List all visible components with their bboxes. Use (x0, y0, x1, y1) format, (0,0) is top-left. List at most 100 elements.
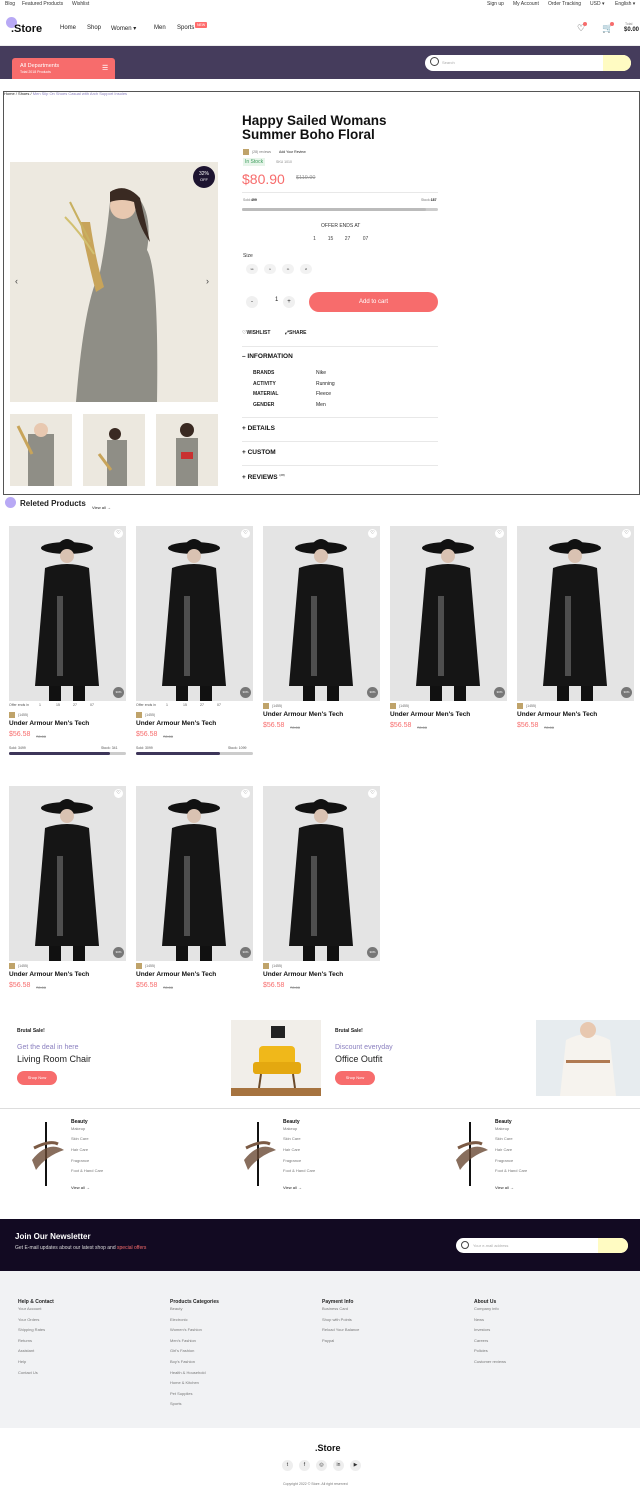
details-accordion[interactable]: + DETAILS (242, 425, 275, 432)
shop-now-button[interactable]: Shop Now (335, 1071, 375, 1085)
wishlist-heart-icon[interactable]: ♡ (622, 529, 631, 538)
footer-link[interactable]: Investors (474, 1327, 490, 1332)
product-card-image[interactable]: ♡ 30% (136, 526, 253, 701)
footer-link[interactable]: Customer reviews (474, 1359, 506, 1364)
footer-link[interactable]: Paypal (322, 1338, 334, 1343)
product-card-image[interactable]: ♡ 30% (263, 786, 380, 961)
footer-link[interactable]: Men's Fashion (170, 1338, 196, 1343)
footer-link[interactable]: Boy's Fashion (170, 1359, 195, 1364)
wishlist-heart-icon[interactable]: ♡ (368, 789, 377, 798)
view-all-link[interactable]: View all → (283, 1185, 302, 1190)
size-option[interactable]: xl (300, 264, 312, 274)
category-link[interactable]: Makeup (71, 1126, 85, 1131)
category-link[interactable]: Skin Care (283, 1136, 301, 1141)
footer-link[interactable]: Your Orders (18, 1317, 39, 1322)
facebook-icon[interactable]: f (299, 1460, 310, 1471)
view-all-link[interactable]: View all → (92, 505, 111, 510)
shop-now-button[interactable]: Shop Now (17, 1071, 57, 1085)
footer-link[interactable]: Shipping Rates (18, 1327, 45, 1332)
nav-men[interactable]: Men (154, 25, 166, 31)
footer-link[interactable]: Policies (474, 1348, 488, 1353)
product-thumbnail[interactable] (156, 414, 218, 486)
wishlist-heart-icon[interactable]: ♡ (241, 529, 250, 538)
category-link[interactable]: Fragrance (283, 1158, 301, 1163)
product-thumbnail[interactable] (10, 414, 72, 486)
topbar-link-signup[interactable]: Sign up (487, 1, 504, 7)
footer-link[interactable]: Pet Supplies (170, 1391, 192, 1396)
category-link[interactable]: Skin Care (495, 1136, 513, 1141)
product-name[interactable]: Under Armour Men's Tech (517, 711, 597, 718)
category-title[interactable]: Beauty (283, 1119, 300, 1125)
search-button[interactable] (603, 55, 631, 71)
qty-value[interactable]: 1 (275, 297, 278, 303)
footer-logo[interactable]: .Store (315, 1443, 341, 1453)
view-all-link[interactable]: View all → (495, 1185, 514, 1190)
topbar-link-featured[interactable]: Featured Products (22, 1, 63, 7)
breadcrumb-home[interactable]: Home (4, 91, 15, 96)
product-name[interactable]: Under Armour Men's Tech (9, 971, 89, 978)
qty-plus-button[interactable]: + (283, 296, 295, 308)
promo-banner[interactable]: Brutal Sale! Discount everyday Office Ou… (321, 1020, 640, 1096)
footer-link[interactable]: Reload Your Balance (322, 1327, 359, 1332)
category-link[interactable]: Fragrance (71, 1158, 89, 1163)
qty-minus-button[interactable]: - (246, 296, 258, 308)
wishlist-heart-icon[interactable]: ♡ (241, 789, 250, 798)
all-departments-button[interactable]: All Departments Total 2018 Products ☰ (12, 58, 115, 79)
footer-link[interactable]: Beauty (170, 1306, 182, 1311)
footer-link[interactable]: Contact Us (18, 1370, 38, 1375)
information-accordion[interactable]: – INFORMATION (242, 353, 293, 360)
nav-home[interactable]: Home (60, 25, 76, 31)
product-name[interactable]: Under Armour Men's Tech (263, 711, 343, 718)
footer-link[interactable]: News (474, 1317, 484, 1322)
currency-select[interactable]: USD ▾ (590, 1, 604, 7)
breadcrumb-shoes[interactable]: Shoes (18, 91, 29, 96)
product-card-image[interactable]: ♡ 30% (390, 526, 507, 701)
product-name[interactable]: Under Armour Men's Tech (390, 711, 470, 718)
category-link[interactable]: Makeup (495, 1126, 509, 1131)
product-card-image[interactable]: ♡ 30% (517, 526, 634, 701)
category-link[interactable]: Hair Care (495, 1147, 512, 1152)
footer-link[interactable]: Home & Kitchen (170, 1380, 199, 1385)
size-option[interactable]: s (264, 264, 276, 274)
youtube-icon[interactable]: ▶ (350, 1460, 361, 1471)
custom-accordion[interactable]: + CUSTOM (242, 449, 276, 456)
twitter-icon[interactable]: t (282, 1460, 293, 1471)
product-name[interactable]: Under Armour Men's Tech (263, 971, 343, 978)
nav-sports[interactable]: Sports (177, 25, 194, 31)
linkedin-icon[interactable]: in (333, 1460, 344, 1471)
topbar-link-tracking[interactable]: Order Tracking (548, 1, 581, 7)
footer-link[interactable]: Sports (170, 1401, 182, 1406)
topbar-link-account[interactable]: My Account (513, 1, 539, 7)
category-link[interactable]: Foot & Hand Care (495, 1168, 527, 1173)
product-thumbnail[interactable] (83, 414, 145, 486)
topbar-link-wishlist[interactable]: Wishlist (72, 1, 89, 7)
footer-link[interactable]: Careers (474, 1338, 488, 1343)
instagram-icon[interactable]: ◎ (316, 1460, 327, 1471)
category-link[interactable]: Skin Care (71, 1136, 89, 1141)
footer-link[interactable]: Your Account (18, 1306, 41, 1311)
nav-shop[interactable]: Shop (87, 25, 101, 31)
footer-link[interactable]: Health & Household (170, 1370, 206, 1375)
wishlist-heart-icon[interactable]: ♡ (114, 789, 123, 798)
footer-link[interactable]: Business Card (322, 1306, 348, 1311)
footer-link[interactable]: Company info (474, 1306, 499, 1311)
category-link[interactable]: Foot & Hand Care (283, 1168, 315, 1173)
product-card-image[interactable]: ♡ 30% (263, 526, 380, 701)
add-to-cart-button[interactable]: Add to cart (309, 292, 438, 312)
wishlist-heart-icon[interactable]: ♡ (495, 529, 504, 538)
footer-link[interactable]: Assistant (18, 1348, 34, 1353)
search-input[interactable]: Search (425, 55, 631, 71)
footer-link[interactable]: Returns (18, 1338, 32, 1343)
category-title[interactable]: Beauty (71, 1119, 88, 1125)
category-link[interactable]: Makeup (283, 1126, 297, 1131)
logo[interactable]: .Store (11, 23, 42, 35)
size-option[interactable]: xs (246, 264, 258, 274)
category-link[interactable]: Hair Care (283, 1147, 300, 1152)
newsletter-email-input[interactable]: Your e-mail address (456, 1238, 628, 1253)
wishlist-heart-icon[interactable]: ♡ (368, 529, 377, 538)
add-review-link[interactable]: Add Your Review (279, 150, 306, 154)
footer-link[interactable]: Help (18, 1359, 26, 1364)
product-name[interactable]: Under Armour Men's Tech (136, 971, 216, 978)
footer-link[interactable]: Women's Fashion (170, 1327, 202, 1332)
promo-banner[interactable]: Brutal Sale! Get the deal in here Living… (3, 1020, 321, 1096)
